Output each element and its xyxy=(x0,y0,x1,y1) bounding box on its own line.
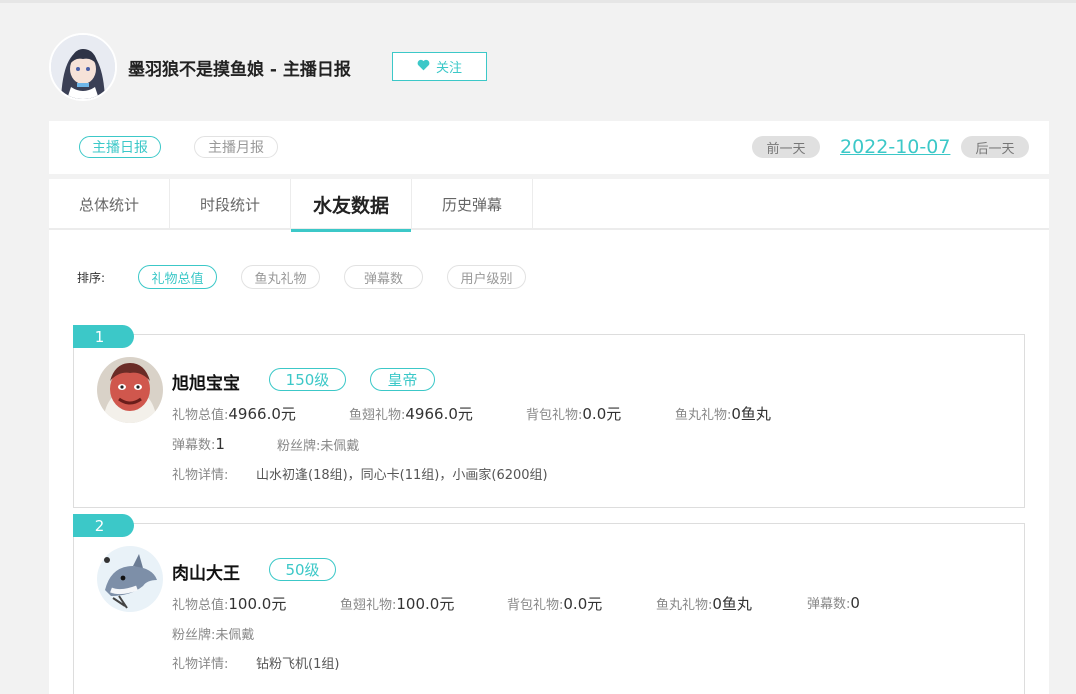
user-name: 旭旭宝宝 xyxy=(172,374,240,394)
user-avatar[interactable] xyxy=(97,546,163,612)
gift-total-stat: 礼物总值:4966.0元 xyxy=(172,405,296,423)
rank-badge: 1 xyxy=(73,325,134,348)
fish-wing-stat: 鱼翅礼物:100.0元 xyxy=(340,595,455,613)
user-card: 2 肉山大王 50级 礼物总值:100.0元 鱼翅礼物:100.0元 背包礼物:… xyxy=(73,514,1025,694)
next-day-button[interactable]: 后一天 xyxy=(961,136,1029,158)
streamer-avatar[interactable] xyxy=(49,33,117,101)
gift-detail-value: 钻粉飞机(1组) xyxy=(256,657,340,672)
fan-badge-stat: 粉丝牌:未佩戴 xyxy=(172,628,255,643)
level-badge: 50级 xyxy=(269,558,336,581)
user-avatar[interactable] xyxy=(97,357,163,423)
fan-badge-stat: 粉丝牌:未佩戴 xyxy=(277,439,360,454)
top-divider xyxy=(0,0,1076,3)
heart-icon xyxy=(417,59,430,75)
noble-badge: 皇帝 xyxy=(370,368,435,391)
fish-ball-stat: 鱼丸礼物:0鱼丸 xyxy=(675,405,771,423)
rank-badge: 2 xyxy=(73,514,134,537)
backpack-stat: 背包礼物:0.0元 xyxy=(507,595,603,613)
tab-period-stats[interactable]: 时段统计 xyxy=(170,179,291,230)
monthly-report-button[interactable]: 主播月报 xyxy=(194,136,278,158)
daily-report-button[interactable]: 主播日报 xyxy=(79,136,161,158)
sort-user-level[interactable]: 用户级别 xyxy=(447,265,526,289)
danmu-stat: 弹幕数:1 xyxy=(172,435,225,453)
tab-bar: 总体统计 时段统计 水友数据 历史弹幕 xyxy=(49,179,1049,232)
gift-detail-value: 山水初逢(18组)，同心卡(11组)，小画家(6200组) xyxy=(256,468,548,483)
sort-gift-total[interactable]: 礼物总值 xyxy=(138,265,217,289)
level-badge: 150级 xyxy=(269,368,346,391)
follow-button[interactable]: 关注 xyxy=(392,52,487,81)
gift-total-stat: 礼物总值:100.0元 xyxy=(172,595,287,613)
fish-ball-stat: 鱼丸礼物:0鱼丸 xyxy=(656,595,752,613)
tab-history-danmu[interactable]: 历史弹幕 xyxy=(412,179,533,230)
danmu-stat: 弹幕数:0 xyxy=(807,594,860,612)
prev-day-button[interactable]: 前一天 xyxy=(752,136,820,158)
streamer-header: 墨羽狼不是摸鱼娘 - 主播日报 关注 xyxy=(49,33,1049,101)
sort-fish-ball-gift[interactable]: 鱼丸礼物 xyxy=(241,265,320,289)
user-card: 1 旭旭宝宝 150级 皇帝 礼物总值:4966.0元 鱼翅礼物:4966.0元 xyxy=(73,325,1025,508)
follow-label: 关注 xyxy=(435,61,462,76)
tab-overall-stats[interactable]: 总体统计 xyxy=(49,179,170,230)
sort-danmu-count[interactable]: 弹幕数 xyxy=(344,265,423,289)
fish-wing-stat: 鱼翅礼物:4966.0元 xyxy=(349,405,473,423)
user-name: 肉山大王 xyxy=(172,564,240,584)
sort-label: 排序: xyxy=(77,271,106,285)
backpack-stat: 背包礼物:0.0元 xyxy=(526,405,622,423)
date-picker-link[interactable]: 2022-10-07 xyxy=(840,136,950,158)
gift-detail-label: 礼物详情: xyxy=(172,468,229,483)
main-panel: 总体统计 时段统计 水友数据 历史弹幕 排序: 礼物总值 鱼丸礼物 弹幕数 用户… xyxy=(49,179,1049,694)
report-bar: 主播日报 主播月报 前一天 2022-10-07 后一天 xyxy=(49,121,1049,174)
gift-detail-label: 礼物详情: xyxy=(172,657,229,672)
tab-fan-data[interactable]: 水友数据 xyxy=(291,179,412,232)
page-title: 墨羽狼不是摸鱼娘 - 主播日报 xyxy=(128,60,351,80)
